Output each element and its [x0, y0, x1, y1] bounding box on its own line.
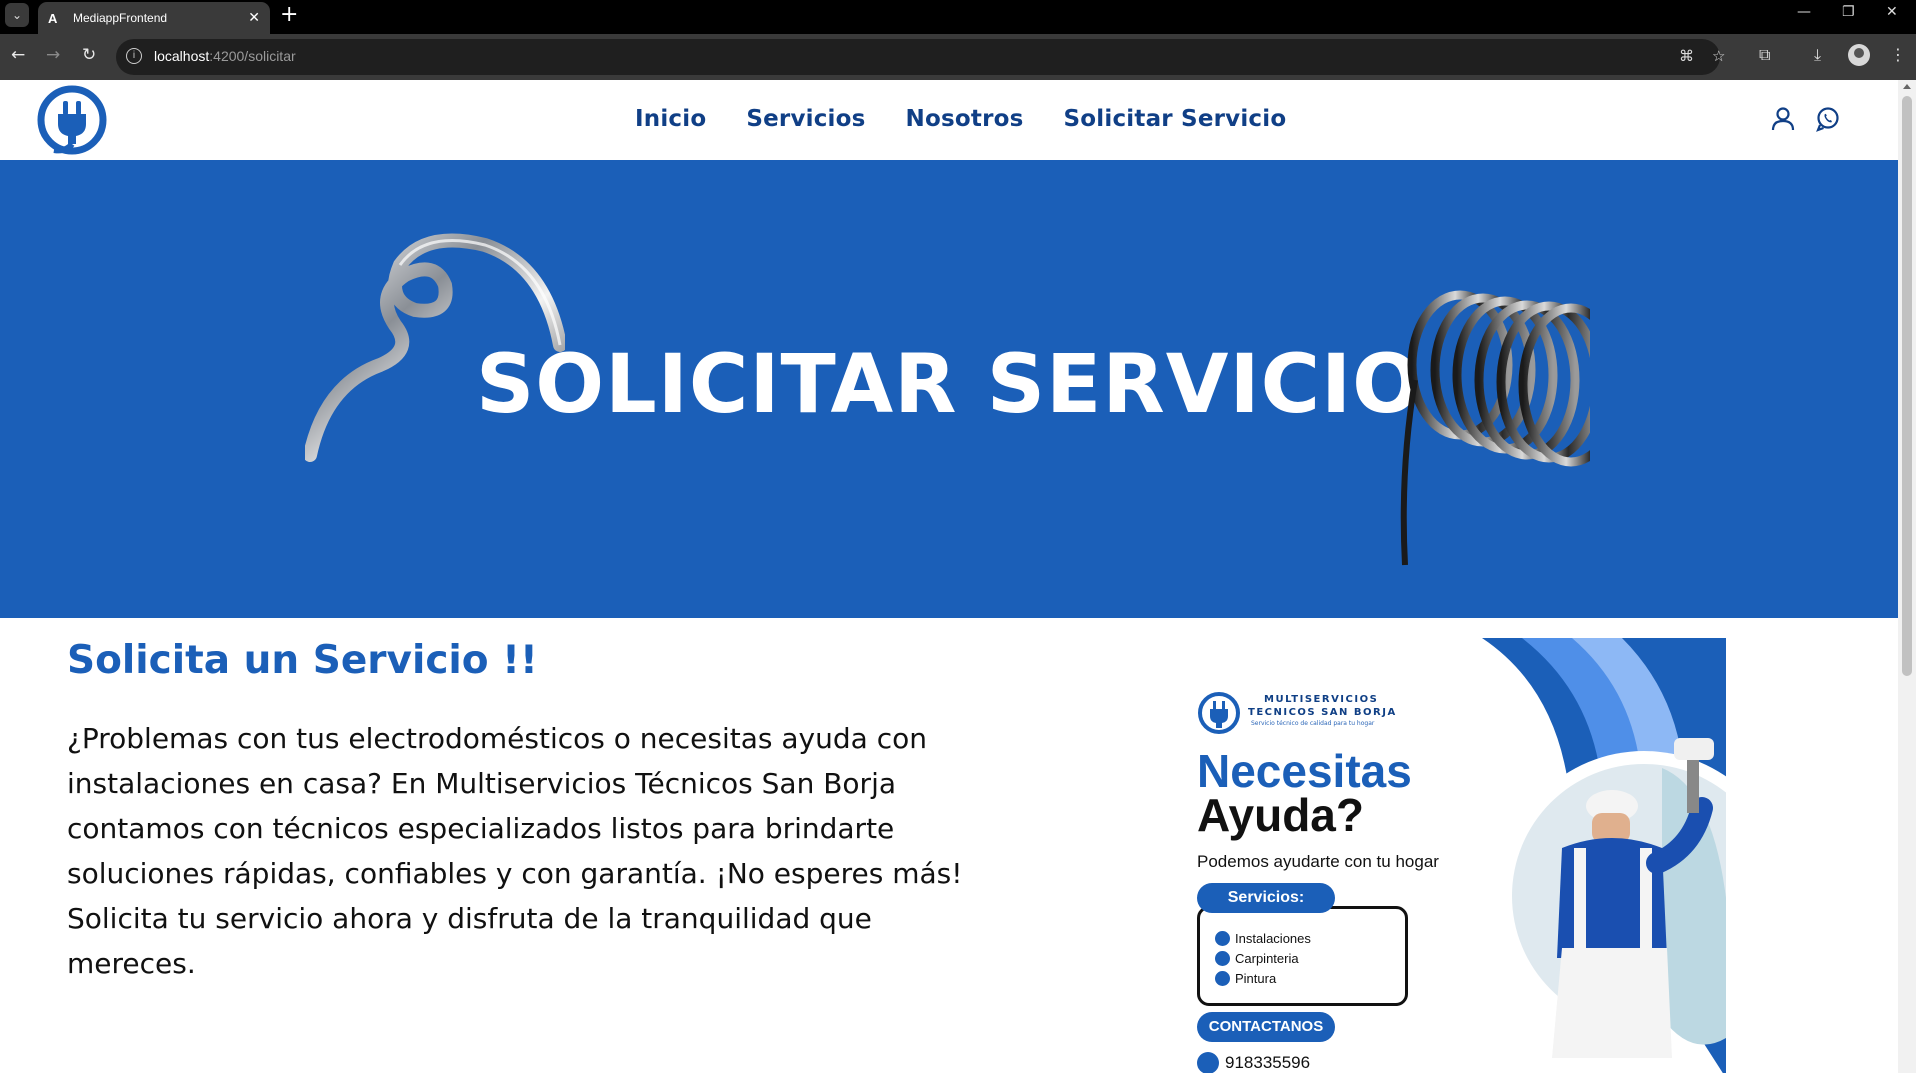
- browser-tab[interactable]: A MediappFrontend ✕: [38, 2, 270, 34]
- flyer-subtitle: Podemos ayudarte con tu hogar: [1197, 852, 1439, 871]
- hero-title: SOLICITAR SERVICIO: [475, 338, 1423, 432]
- restore-button[interactable]: ❐: [1842, 4, 1855, 20]
- new-tab-button[interactable]: +: [280, 4, 298, 26]
- main-nav: Inicio Servicios Nosotros Solicitar Serv…: [635, 106, 1286, 132]
- nav-inicio[interactable]: Inicio: [635, 106, 706, 132]
- browser-tab-bar: ⌄ A MediappFrontend ✕ + — ❐ ✕: [0, 0, 1916, 34]
- tab-search-button[interactable]: ⌄: [5, 3, 29, 27]
- flyer-brand-tagline: Servicio técnico de calidad para tu hoga…: [1251, 720, 1375, 727]
- tab-favicon: A: [48, 10, 58, 26]
- user-icon[interactable]: [1770, 106, 1796, 132]
- flyer-heading-2: Ayuda?: [1197, 789, 1364, 841]
- hero-banner: SOLICITAR SERVICIO: [0, 160, 1898, 618]
- flyer-brand-line1: MULTISERVICIOS: [1264, 694, 1379, 705]
- plug-logo-icon[interactable]: [36, 84, 108, 156]
- url-host: localhost: [154, 48, 210, 64]
- url-text: localhost:4200/solicitar: [154, 48, 296, 64]
- scroll-up-icon[interactable]: [1903, 84, 1911, 89]
- flyer-logo-icon: [1198, 692, 1240, 734]
- page-viewport: Inicio Servicios Nosotros Solicitar Serv…: [0, 80, 1898, 1073]
- address-bar[interactable]: i localhost:4200/solicitar ⌘ ☆: [116, 39, 1725, 75]
- bullet-icon: [1215, 971, 1230, 986]
- url-path: :4200/solicitar: [209, 48, 296, 64]
- flyer-service-item: Carpinteria: [1215, 951, 1299, 966]
- flyer-services-label: Servicios:: [1197, 883, 1335, 913]
- profile-avatar[interactable]: [1848, 44, 1870, 66]
- phone-icon: [1197, 1052, 1219, 1073]
- minimize-button[interactable]: —: [1797, 4, 1811, 20]
- flyer-service-label: Carpinteria: [1235, 951, 1299, 966]
- flyer-service-label: Pintura: [1235, 971, 1277, 986]
- flyer-contact-label: CONTACTANOS: [1197, 1012, 1335, 1042]
- flyer-service-item: Pintura: [1215, 971, 1276, 986]
- translate-icon[interactable]: ⌘: [1679, 47, 1694, 65]
- tab-title: MediappFrontend: [73, 11, 168, 25]
- section-description: ¿Problemas con tus electrodomésticos o n…: [67, 722, 963, 980]
- nav-nosotros[interactable]: Nosotros: [906, 106, 1024, 132]
- site-info-icon[interactable]: i: [126, 48, 142, 64]
- flyer-phone-number: 918335596: [1225, 1053, 1311, 1072]
- bookmark-star-icon[interactable]: ☆: [1712, 47, 1725, 65]
- browser-toolbar: ← → ↻ i localhost:4200/solicitar ⌘ ☆ ⧉ ⤓…: [0, 34, 1916, 80]
- flyer-phone: 918335596: [1197, 1052, 1310, 1073]
- nav-servicios[interactable]: Servicios: [746, 106, 865, 132]
- downloads-icon[interactable]: ⤓: [1814, 45, 1821, 65]
- bullet-icon: [1215, 951, 1230, 966]
- whatsapp-icon[interactable]: [1815, 106, 1841, 132]
- section-title: Solicita un Servicio !!: [67, 638, 538, 683]
- bullet-icon: [1215, 931, 1230, 946]
- metal-spring-right: [1400, 290, 1590, 566]
- close-window-button[interactable]: ✕: [1886, 4, 1898, 20]
- painter-worker-image: [1552, 738, 1714, 1058]
- tab-close-icon[interactable]: ✕: [248, 10, 260, 26]
- back-icon[interactable]: ←: [11, 45, 25, 65]
- forward-icon[interactable]: →: [46, 45, 60, 65]
- nav-solicitar-servicio[interactable]: Solicitar Servicio: [1064, 106, 1287, 132]
- page-scrollbar[interactable]: [1898, 80, 1916, 1073]
- browser-menu-icon[interactable]: ⋮: [1890, 45, 1906, 64]
- extensions-icon[interactable]: ⧉: [1759, 45, 1770, 65]
- site-header: Inicio Servicios Nosotros Solicitar Serv…: [0, 80, 1898, 160]
- flyer-service-label: Instalaciones: [1235, 931, 1311, 946]
- services-flyer: MULTISERVICIOS TECNICOS SAN BORJA Servic…: [1192, 638, 1726, 1073]
- flyer-service-item: Instalaciones: [1215, 931, 1311, 946]
- flyer-brand-line2: TECNICOS SAN BORJA: [1248, 707, 1397, 718]
- scrollbar-thumb[interactable]: [1902, 96, 1912, 676]
- reload-icon[interactable]: ↻: [82, 45, 96, 65]
